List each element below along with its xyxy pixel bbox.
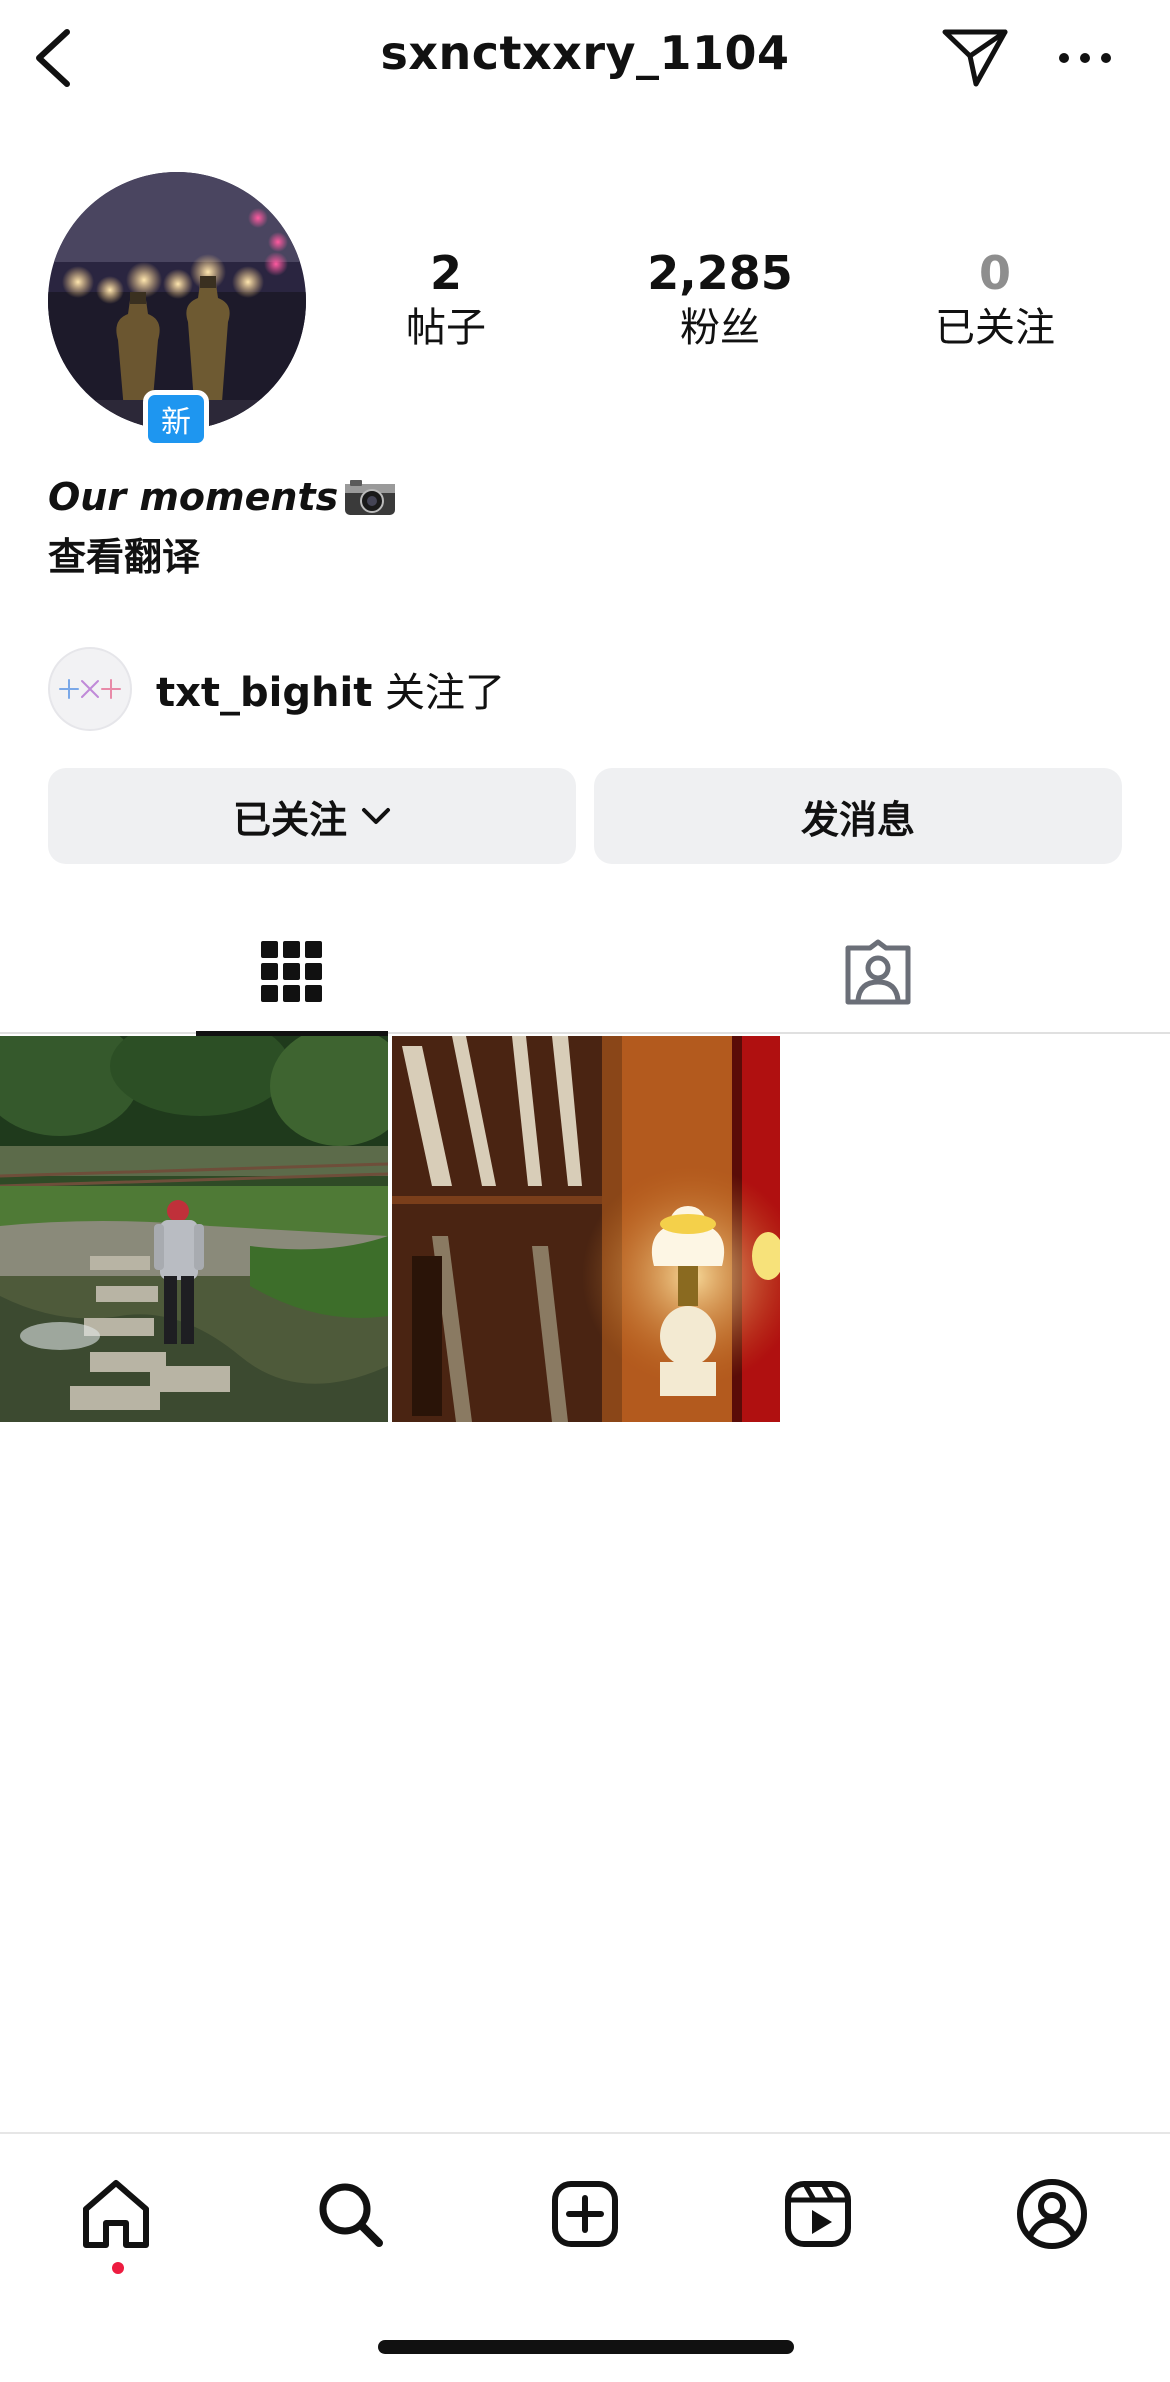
tab-posts-grid[interactable] — [196, 910, 388, 1036]
nav-profile[interactable] — [1002, 2164, 1102, 2264]
stat-followers-label: 粉丝 — [680, 305, 760, 351]
post-image-person-walking — [0, 1036, 388, 1422]
post-image-records-lamp — [392, 1036, 780, 1422]
top-bar: sxnctxxry_1104 — [0, 0, 1170, 120]
create-post-icon — [552, 2181, 618, 2247]
followed-by-suffix: 关注了 — [385, 670, 506, 716]
stat-posts-count: 2 — [429, 246, 462, 300]
following-button-label: 已关注 — [232, 797, 347, 842]
stat-followers-count: 2,285 — [647, 246, 793, 300]
search-icon — [319, 2183, 383, 2247]
home-indicator[interactable] — [378, 2340, 794, 2354]
followed-by-username[interactable]: txt_bighit — [156, 670, 372, 716]
nav-reels[interactable] — [768, 2164, 868, 2264]
following-button[interactable]: 已关注 — [48, 768, 576, 864]
message-button[interactable]: 发消息 — [594, 768, 1122, 864]
profile-icon — [1017, 2179, 1087, 2249]
stat-following-label: 已关注 — [935, 305, 1055, 351]
followed-by-row[interactable]: txt_bighit 关注了 — [48, 646, 505, 732]
tab-tagged[interactable] — [782, 910, 974, 1034]
home-icon — [83, 2180, 149, 2248]
message-button-label: 发消息 — [800, 797, 915, 842]
stat-followers[interactable]: 2,285 粉丝 — [600, 244, 840, 354]
grid-icon — [261, 941, 322, 1002]
translate-link[interactable]: 查看翻译 — [48, 526, 200, 581]
nav-create[interactable] — [535, 2164, 635, 2264]
tagged-person-icon — [845, 939, 911, 1005]
bio-name: Our moments — [48, 475, 396, 519]
chevron-down-icon — [362, 808, 390, 824]
reels-icon — [785, 2181, 851, 2247]
ellipsis-icon — [1059, 53, 1111, 63]
stat-following-count: 0 — [978, 246, 1011, 300]
nav-search[interactable] — [300, 2164, 400, 2264]
more-options-button[interactable] — [1045, 22, 1125, 94]
bottom-nav — [0, 2132, 1170, 2282]
new-story-badge: 新 — [143, 390, 209, 448]
post-thumbnail-2[interactable] — [392, 1036, 780, 1422]
stat-posts-label: 帖子 — [406, 305, 486, 351]
nav-home[interactable] — [66, 2164, 166, 2264]
txt-logo-icon — [59, 679, 121, 699]
post-thumbnail-1[interactable] — [0, 1036, 388, 1422]
paper-plane-icon — [942, 29, 1008, 87]
notification-dot — [112, 2262, 124, 2274]
camera-icon — [345, 480, 396, 515]
stat-posts[interactable]: 2 帖子 — [326, 244, 566, 354]
followed-by-text: txt_bighit 关注了 — [156, 660, 505, 718]
send-message-button[interactable] — [935, 22, 1015, 94]
bio-name-text: Our moments — [48, 475, 339, 519]
followed-by-avatar — [48, 647, 132, 731]
profile-tabs — [0, 910, 1170, 1036]
stat-following[interactable]: 0 已关注 — [875, 244, 1115, 354]
